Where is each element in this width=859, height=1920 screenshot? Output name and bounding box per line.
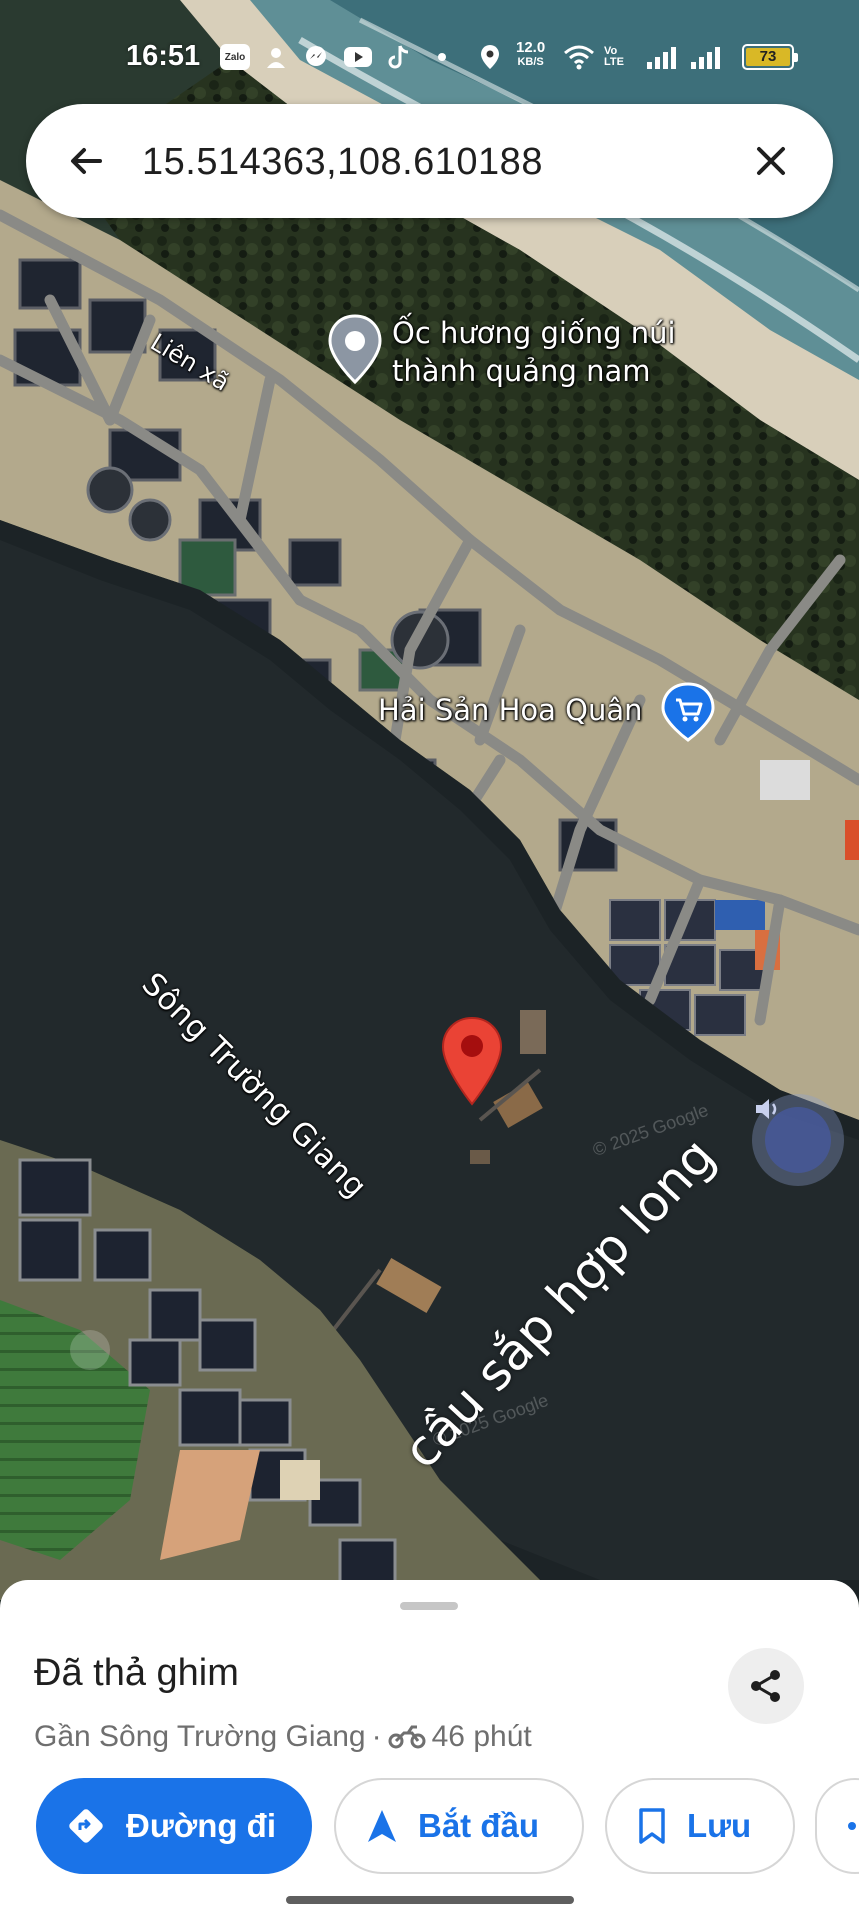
place-bottom-sheet[interactable]: Đã thả ghim Gần Sông Trường Giang · 46 p…: [0, 1580, 859, 1920]
search-bar[interactable]: 15.514363,108.610188: [26, 104, 833, 218]
place-subtitle: Gần Sông Trường Giang · 46 phút: [34, 1720, 532, 1754]
signal-icon: [644, 44, 732, 70]
volte-label: Vo LTE: [604, 45, 624, 68]
arrow-back-icon: [71, 148, 102, 174]
back-button[interactable]: [56, 131, 116, 191]
dropped-pin[interactable]: [440, 1016, 504, 1108]
messenger-icon: [302, 44, 330, 70]
save-button[interactable]: Lưu: [605, 1778, 795, 1874]
bookmark-icon: [639, 1808, 665, 1844]
drag-handle[interactable]: [400, 1602, 458, 1610]
shop-marker[interactable]: [660, 682, 716, 744]
location-icon: [478, 44, 502, 70]
speed-value: 12.0: [516, 39, 546, 56]
place-title: Đã thả ghim: [34, 1652, 239, 1694]
status-bar: 16:51 Zalo 12.0 KB/S Vo LTE 73: [0, 0, 859, 110]
dot-icon: [436, 44, 448, 70]
battery-level: 73: [746, 48, 790, 66]
nearby-place: Gần Sông Trường Giang: [34, 1720, 366, 1753]
satellite-imagery: [0, 0, 859, 1600]
wifi-icon: [562, 44, 596, 70]
poi-label[interactable]: Ốc hương giống núi thành quảng nam: [392, 314, 722, 390]
start-button[interactable]: Bắt đầu: [334, 1778, 584, 1874]
volume-icon: [756, 1099, 777, 1119]
red-pin-icon: [441, 1016, 503, 1106]
start-label: Bắt đầu: [418, 1807, 540, 1844]
more-actions-button[interactable]: [815, 1778, 859, 1874]
speed-unit: KB/S: [517, 56, 544, 68]
travel-time: 46 phút: [431, 1720, 532, 1753]
share-button[interactable]: [728, 1648, 804, 1724]
directions-icon: [69, 1809, 103, 1843]
place-pin-icon: [328, 314, 382, 385]
clock: 16:51: [126, 40, 201, 72]
poi-marker[interactable]: [326, 314, 384, 386]
save-label: Lưu: [687, 1807, 752, 1844]
home-indicator[interactable]: [286, 1896, 574, 1904]
shopping-cart-pin-icon: [661, 682, 715, 742]
motorbike-icon: [388, 1725, 426, 1749]
battery-icon: 73: [742, 44, 798, 70]
search-query[interactable]: 15.514363,108.610188: [142, 141, 543, 184]
share-icon: [751, 1670, 780, 1702]
navigation-arrow-icon: [368, 1810, 396, 1842]
close-icon: [757, 147, 785, 175]
shop-label[interactable]: Hải Sản Hoa Quân: [378, 693, 643, 727]
more-dot-icon: [848, 1822, 856, 1830]
directions-button[interactable]: Đường đi: [36, 1778, 312, 1874]
tiktok-icon: [386, 44, 412, 70]
youtube-icon: [342, 44, 374, 70]
network-speed: 12.0 KB/S: [516, 40, 545, 70]
map-view[interactable]: Liên xã Ốc hương giống núi thành quảng n…: [0, 0, 859, 1600]
clear-search-button[interactable]: [743, 133, 799, 189]
separator: ·: [371, 1720, 382, 1753]
volume-toggle[interactable]: [752, 1094, 844, 1186]
zalo-icon: Zalo: [220, 44, 250, 70]
contacts-icon: [262, 44, 290, 70]
directions-label: Đường đi: [126, 1807, 276, 1844]
